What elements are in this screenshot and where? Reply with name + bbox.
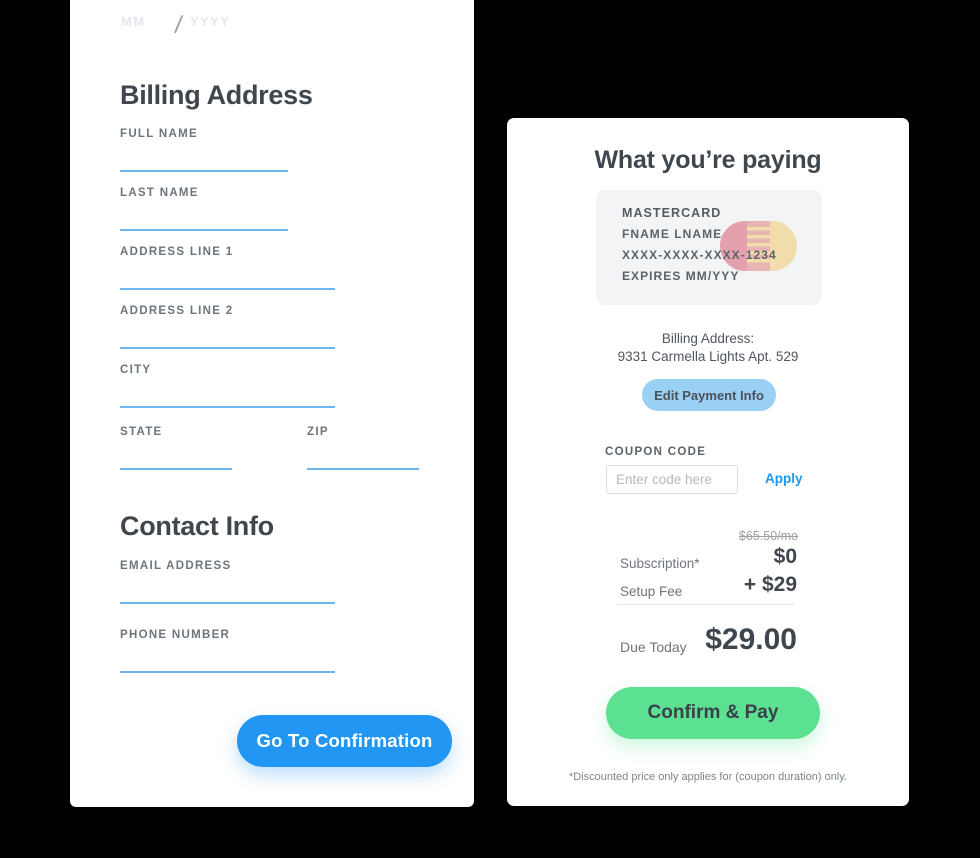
expiry-year-placeholder: YYYY (190, 14, 231, 29)
field-label-zip: ZIP (307, 426, 329, 438)
field-underline-full-name (120, 170, 288, 172)
billing-address-value: 9331 Carmella Lights Apt. 529 (617, 349, 799, 364)
price-row-value-setup-fee: + $29 (743, 573, 797, 596)
price-row-label-subscription: Subscription* (620, 556, 700, 571)
field-city[interactable]: CITY (120, 363, 335, 408)
page-root: MM / YYYY Billing Address FULL NAME LAST… (0, 0, 980, 858)
field-last-name[interactable]: LAST NAME (120, 186, 288, 231)
price-divider (617, 604, 794, 605)
contact-info-heading: Contact Info (120, 511, 274, 541)
mastercard-icon (720, 221, 797, 271)
credit-card-number: XXXX-XXXX-XXXX-1234 (622, 248, 777, 262)
payment-summary-card: What you’re paying MASTERCARD FNAME LNAM… (507, 118, 909, 806)
field-label-state: STATE (120, 426, 163, 438)
field-label-address-line-2: ADDRESS LINE 2 (120, 305, 234, 317)
confirm-and-pay-button[interactable]: Confirm & Pay (606, 687, 820, 739)
field-state[interactable]: STATE (120, 425, 232, 470)
original-price-strikethrough: $65.50/mo (738, 529, 798, 543)
due-today-label: Due Today (620, 639, 687, 655)
coupon-code-input[interactable] (606, 465, 738, 494)
expiry-month-placeholder: MM (121, 14, 146, 29)
expiry-separator: / (173, 10, 184, 40)
credit-card-holder-name: FNAME LNAME (622, 227, 723, 241)
billing-address-label: Billing Address: (661, 331, 755, 346)
field-underline-address-line-2 (120, 347, 335, 349)
field-label-full-name: FULL NAME (120, 128, 198, 140)
field-email-address[interactable]: EMAIL ADDRESS (120, 559, 335, 604)
price-row-label-setup-fee: Setup Fee (620, 584, 683, 599)
field-underline-city (120, 406, 335, 408)
coupon-code-label: COUPON CODE (605, 446, 707, 458)
edit-payment-info-button[interactable]: Edit Payment Info (642, 379, 776, 411)
billing-form-card: MM / YYYY Billing Address FULL NAME LAST… (70, 0, 474, 807)
credit-card-expiry: EXPIRES MM/YYY (622, 269, 740, 283)
expiry-year-field[interactable]: YYYY (190, 14, 290, 30)
field-label-address-line-1: ADDRESS LINE 1 (120, 246, 234, 258)
discount-footnote: *Discounted price only applies for (coup… (568, 771, 847, 783)
billing-address-heading: Billing Address (120, 80, 313, 110)
field-full-name[interactable]: FULL NAME (120, 127, 288, 172)
field-label-last-name: LAST NAME (120, 187, 199, 199)
credit-card-preview: MASTERCARD FNAME LNAME XXXX-XXXX-XXXX-12… (596, 190, 822, 305)
field-underline-zip (307, 468, 419, 470)
field-underline-last-name (120, 229, 288, 231)
card-expiry-row: MM / YYYY (121, 10, 431, 44)
due-today-value: $29.00 (705, 623, 797, 656)
field-label-phone-number: PHONE NUMBER (120, 629, 231, 641)
price-row-value-subscription: $0 (773, 545, 797, 568)
field-label-email-address: EMAIL ADDRESS (120, 560, 232, 572)
field-underline-email-address (120, 602, 335, 604)
field-address-line-1[interactable]: ADDRESS LINE 1 (120, 245, 335, 290)
field-underline-phone-number (120, 671, 335, 673)
field-address-line-2[interactable]: ADDRESS LINE 2 (120, 304, 335, 349)
field-underline-state (120, 468, 232, 470)
apply-coupon-link[interactable]: Apply (765, 471, 803, 486)
field-underline-address-line-1 (120, 288, 335, 290)
field-phone-number[interactable]: PHONE NUMBER (120, 628, 335, 673)
summary-heading: What you’re paying (594, 146, 822, 174)
field-label-city: CITY (120, 364, 152, 376)
go-to-confirmation-button[interactable]: Go To Confirmation (237, 715, 452, 767)
field-zip[interactable]: ZIP (307, 425, 419, 470)
expiry-month-field[interactable]: MM (121, 14, 173, 30)
billing-address-summary: Billing Address: 9331 Carmella Lights Ap… (507, 330, 909, 366)
credit-card-brand: MASTERCARD (622, 206, 722, 220)
